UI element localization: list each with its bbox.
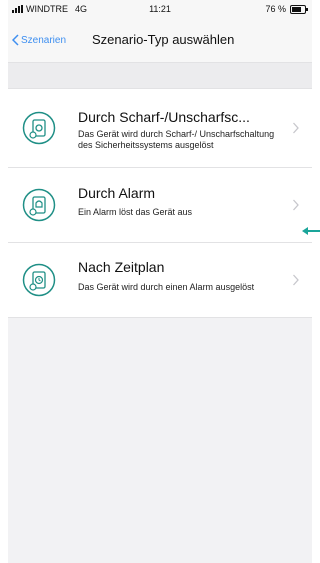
option-schedule[interactable]: Nach Zeitplan Das Gerät wird durch einen… bbox=[8, 243, 312, 317]
chevron-right-icon bbox=[293, 199, 299, 211]
status-bar: WINDTRE 4G 11:21 76 % bbox=[8, 0, 312, 20]
battery-icon bbox=[290, 4, 308, 14]
phone-screen: WINDTRE 4G 11:21 76 % Szenarien Szenario… bbox=[8, 0, 312, 563]
back-label: Szenarien bbox=[21, 34, 67, 46]
option-description: Das Gerät wird durch einen Alarm ausgelö… bbox=[78, 282, 255, 292]
chevron-right-icon bbox=[293, 274, 299, 286]
option-description: Das Gerät wird durch Scharf-/ Unscharfsc… bbox=[78, 129, 275, 150]
schedule-device-icon bbox=[22, 263, 56, 297]
option-title: Durch Alarm bbox=[78, 185, 156, 201]
section-spacer bbox=[8, 63, 312, 88]
option-title: Nach Zeitplan bbox=[78, 259, 165, 275]
option-title: Durch Scharf-/Unscharfsc... bbox=[78, 109, 250, 125]
page-title: Szenario-Typ auswählen bbox=[92, 32, 235, 47]
option-alarm[interactable]: Durch Alarm Ein Alarm löst das Gerät aus bbox=[8, 168, 312, 243]
pointer-arrow-icon bbox=[302, 227, 320, 235]
battery-percent: 76 % bbox=[265, 4, 286, 14]
alarm-device-icon bbox=[22, 188, 56, 222]
navigation-bar: Szenarien Szenario-Typ auswählen bbox=[8, 20, 312, 63]
status-right: 76 % bbox=[265, 4, 308, 14]
chevron-left-icon bbox=[12, 34, 19, 46]
arm-device-icon bbox=[22, 111, 56, 145]
option-arm-disarm[interactable]: Durch Scharf-/Unscharfsc... Das Gerät wi… bbox=[8, 89, 312, 168]
scenario-type-list: Durch Scharf-/Unscharfsc... Das Gerät wi… bbox=[8, 88, 312, 318]
option-description: Ein Alarm löst das Gerät aus bbox=[78, 207, 193, 217]
back-button[interactable]: Szenarien bbox=[12, 34, 66, 46]
chevron-right-icon bbox=[293, 122, 299, 134]
